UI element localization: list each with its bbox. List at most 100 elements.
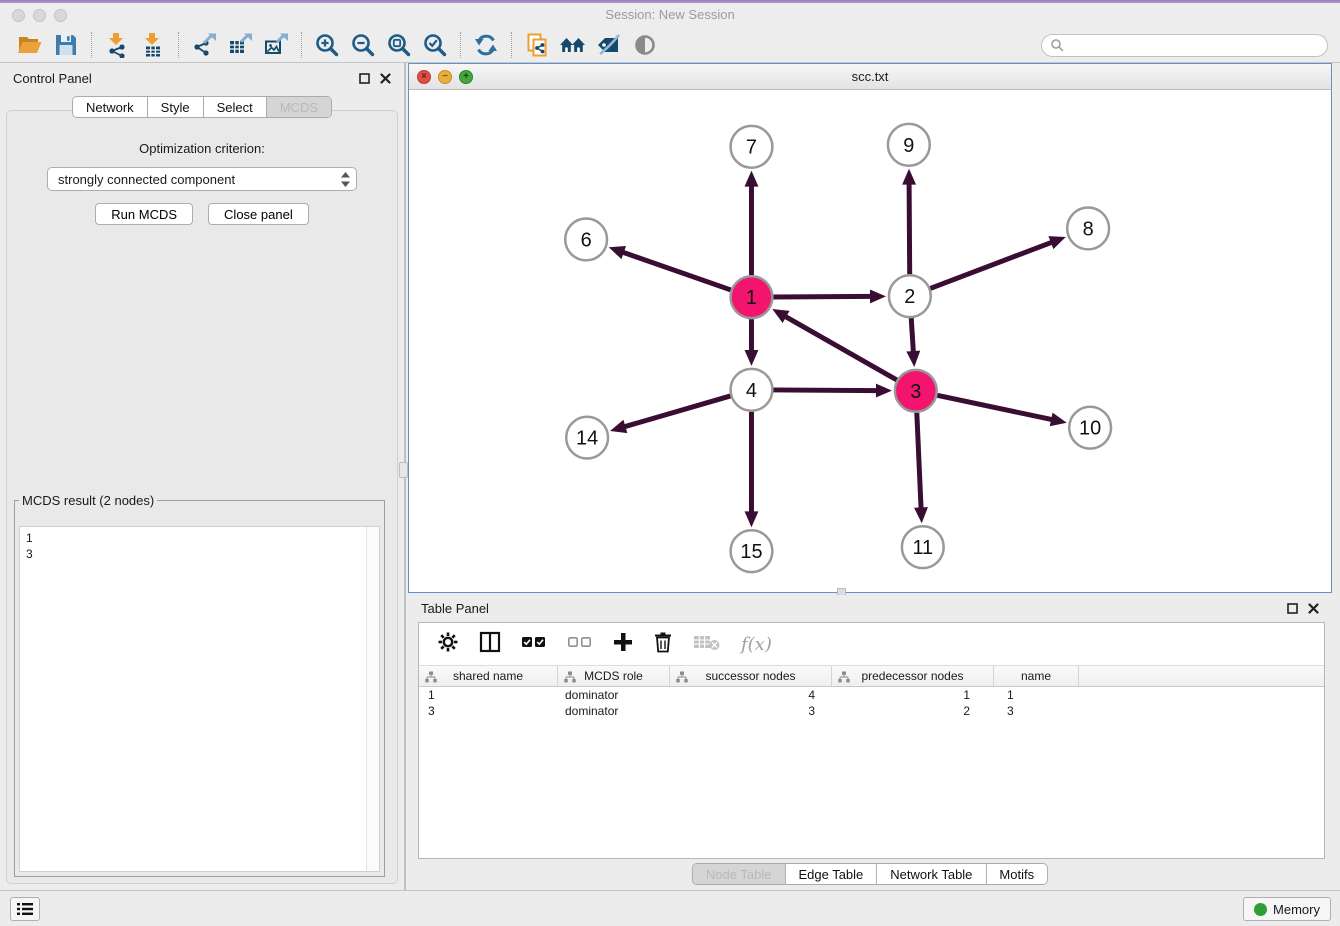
graph-edge[interactable] — [909, 183, 910, 275]
network-close-button[interactable]: × — [417, 70, 431, 84]
graph-node-label: 7 — [746, 137, 757, 159]
column-header-mcds-role[interactable]: MCDS role — [558, 666, 670, 686]
result-scrollbar[interactable] — [366, 527, 379, 871]
delete-table-icon — [693, 632, 721, 657]
tab-select[interactable]: Select — [204, 97, 267, 117]
column-header-predecessor-nodes[interactable]: predecessor nodes — [832, 666, 994, 686]
graph-node-label: 2 — [904, 286, 915, 308]
export-image-icon[interactable] — [258, 30, 294, 60]
column-header-filler — [1079, 666, 1324, 686]
graph-edge-arrowhead — [1048, 236, 1065, 249]
tab-style[interactable]: Style — [148, 97, 204, 117]
graph-edge[interactable] — [622, 252, 731, 290]
task-history-button[interactable] — [10, 897, 40, 921]
tab-motifs[interactable]: Motifs — [986, 864, 1047, 884]
mcds-panel: Optimization criterion: strongly connect… — [6, 110, 398, 884]
add-column-icon[interactable] — [613, 632, 633, 657]
column-header-successor-nodes[interactable]: successor nodes — [670, 666, 832, 686]
tab-network[interactable]: Network — [73, 97, 148, 117]
toggle-visibility-icon[interactable] — [627, 30, 663, 60]
main-toolbar — [0, 28, 1340, 63]
graph-edge-arrowhead — [870, 289, 886, 303]
graph-edge[interactable] — [784, 316, 896, 380]
delete-column-icon[interactable] — [653, 631, 673, 658]
hierarchy-icon — [564, 671, 576, 683]
zoom-selected-icon[interactable] — [417, 30, 453, 60]
close-panel-icon[interactable] — [380, 73, 391, 84]
home-layout-icon[interactable] — [555, 30, 591, 60]
run-mcds-button[interactable]: Run MCDS — [95, 203, 193, 225]
graph-edge-arrowhead — [745, 171, 759, 187]
criterion-select[interactable]: strongly connected component — [47, 167, 357, 191]
graph-edge-arrowhead — [1050, 413, 1067, 427]
tab-node-table[interactable]: Node Table — [693, 864, 786, 884]
memory-button[interactable]: Memory — [1243, 897, 1331, 921]
network-minimize-button[interactable]: − — [438, 70, 452, 84]
zoom-out-icon[interactable] — [345, 30, 381, 60]
import-network-icon[interactable] — [99, 30, 135, 60]
export-network-icon[interactable] — [186, 30, 222, 60]
export-table-icon[interactable] — [222, 30, 258, 60]
network-maximize-button[interactable]: + — [459, 70, 473, 84]
column-header-name[interactable]: name — [994, 666, 1079, 686]
save-session-icon[interactable] — [48, 30, 84, 60]
list-icon — [16, 902, 34, 916]
graph-node-label: 4 — [746, 380, 757, 402]
table-cell: 1 — [832, 688, 994, 702]
table-panel-title: Table Panel — [421, 601, 489, 616]
refresh-icon[interactable] — [468, 30, 504, 60]
tab-edge-table[interactable]: Edge Table — [785, 864, 877, 884]
graph-edge[interactable] — [623, 396, 730, 427]
memory-label: Memory — [1273, 902, 1320, 917]
graph-edge[interactable] — [773, 296, 872, 297]
table-cell: 3 — [419, 704, 558, 718]
graph-edge-arrowhead — [745, 511, 759, 527]
toolbar-separator — [91, 32, 92, 58]
graph-edge[interactable] — [937, 395, 1053, 419]
graph-node-label: 3 — [910, 381, 921, 403]
duplicate-network-icon[interactable] — [519, 30, 555, 60]
zoom-fit-icon[interactable] — [381, 30, 417, 60]
graph-edge-arrowhead — [902, 169, 916, 185]
hierarchy-icon — [425, 671, 437, 683]
close-table-panel-icon[interactable] — [1308, 603, 1319, 614]
search-icon — [1050, 38, 1064, 52]
search-input[interactable] — [1064, 37, 1319, 53]
graph-node-label: 8 — [1083, 218, 1094, 240]
memory-status-icon — [1254, 903, 1267, 916]
import-table-icon[interactable] — [135, 30, 171, 60]
column-layout-icon[interactable] — [479, 631, 501, 658]
table-cell: 4 — [670, 688, 832, 702]
graph-edge[interactable] — [911, 318, 913, 353]
graph-edge-arrowhead — [745, 350, 759, 366]
vertical-splitter-handle[interactable] — [399, 462, 408, 478]
graph-node-label: 9 — [903, 135, 914, 157]
zoom-in-icon[interactable] — [309, 30, 345, 60]
float-panel-icon[interactable] — [359, 73, 370, 84]
tab-mcds[interactable]: MCDS — [267, 97, 331, 117]
network-canvas[interactable]: 7968124314101511 — [409, 91, 1331, 592]
float-table-panel-icon[interactable] — [1287, 603, 1298, 614]
tab-network-table[interactable]: Network Table — [877, 864, 986, 884]
table-header-row: shared name MCDS role successor nodes pr… — [419, 665, 1324, 687]
table-row[interactable]: 1dominator411 — [419, 687, 1324, 703]
table-cell: dominator — [558, 704, 670, 718]
table-row[interactable]: 3dominator323 — [419, 703, 1324, 719]
table-cell: 1 — [419, 688, 558, 702]
network-title: scc.txt — [852, 69, 889, 84]
search-field[interactable] — [1041, 34, 1328, 57]
window-title: Session: New Session — [0, 7, 1340, 22]
open-session-icon[interactable] — [12, 30, 48, 60]
graph-edge[interactable] — [930, 242, 1052, 289]
control-panel: Control Panel Network Style Select MCDS … — [0, 63, 404, 890]
hide-labels-icon[interactable] — [591, 30, 627, 60]
deselect-all-icon[interactable] — [567, 635, 593, 654]
graph-edge[interactable] — [773, 390, 878, 391]
graph-edge[interactable] — [917, 413, 921, 510]
select-all-icon[interactable] — [521, 635, 547, 654]
column-header-shared-name[interactable]: shared name — [419, 666, 558, 686]
mcds-result-title: MCDS result (2 nodes) — [19, 493, 157, 508]
mcds-result-lines[interactable]: 13 — [19, 526, 380, 872]
close-panel-button[interactable]: Close panel — [208, 203, 309, 225]
table-settings-icon[interactable] — [437, 631, 459, 658]
